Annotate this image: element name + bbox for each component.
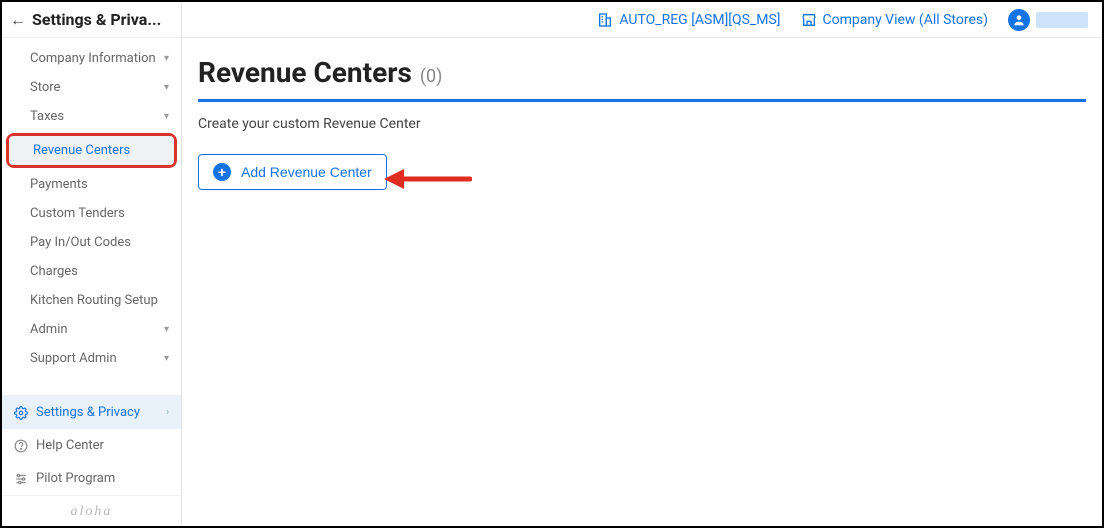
- sidebar-header: ← Settings & Priva...: [2, 2, 181, 38]
- title-underline: [198, 99, 1086, 102]
- avatar-icon: [1008, 9, 1030, 31]
- user-menu[interactable]: [1008, 9, 1088, 31]
- sidebar-item-label: Payments: [30, 177, 88, 192]
- company-view-label: Company View (All Stores): [823, 12, 989, 28]
- sidebar-item-taxes[interactable]: Taxes ▾: [2, 102, 181, 131]
- bottom-item-label: Pilot Program: [36, 471, 115, 486]
- plus-icon: +: [213, 163, 231, 181]
- chevron-down-icon: ▾: [164, 324, 169, 335]
- topbar: AUTO_REG [ASM][QS_MS] Company View (All …: [182, 2, 1102, 38]
- sidebar-item-label: Revenue Centers: [33, 143, 130, 158]
- bottom-item-pilot-program[interactable]: Pilot Program: [2, 462, 181, 495]
- sidebar-item-label: Kitchen Routing Setup: [30, 293, 158, 308]
- page-title-count: (0): [420, 66, 443, 87]
- bottom-item-label: Help Center: [36, 438, 104, 453]
- content: Revenue Centers (0) Create your custom R…: [182, 38, 1102, 190]
- add-button-label: Add Revenue Center: [241, 164, 372, 180]
- back-icon[interactable]: ←: [10, 10, 26, 30]
- sidebar-item-label: Pay In/Out Codes: [30, 235, 131, 250]
- sidebar-item-label: Taxes: [30, 109, 64, 124]
- sidebar-item-label: Custom Tenders: [30, 206, 125, 221]
- help-icon: [14, 439, 28, 453]
- chevron-down-icon: ▾: [164, 53, 169, 64]
- sidebar-bottom: Settings & Privacy › Help Center Pilot: [2, 395, 181, 526]
- add-revenue-center-button[interactable]: + Add Revenue Center: [198, 154, 387, 190]
- chevron-down-icon: ▾: [164, 82, 169, 93]
- sidebar-item-charges[interactable]: Charges: [2, 257, 181, 286]
- annotation-highlight-box: Revenue Centers: [6, 133, 177, 168]
- bottom-item-settings-privacy[interactable]: Settings & Privacy ›: [2, 396, 181, 429]
- store-icon: [801, 12, 817, 28]
- sidebar-item-store[interactable]: Store ▾: [2, 73, 181, 102]
- company-view-link[interactable]: Company View (All Stores): [801, 12, 989, 28]
- sidebar-item-custom-tenders[interactable]: Custom Tenders: [2, 199, 181, 228]
- brand-logo: aloha: [2, 495, 181, 526]
- sidebar-item-kitchen-routing-setup[interactable]: Kitchen Routing Setup: [2, 286, 181, 315]
- sidebar-title: Settings & Priva...: [32, 10, 173, 29]
- gear-icon: [14, 406, 28, 420]
- org-link[interactable]: AUTO_REG [ASM][QS_MS]: [597, 12, 780, 28]
- sidebar-item-label: Store: [30, 80, 60, 95]
- sidebar-item-company-information[interactable]: Company Information ▾: [2, 44, 181, 73]
- sidebar-item-label: Charges: [30, 264, 78, 279]
- sliders-icon: [14, 472, 28, 486]
- sidebar-item-label: Support Admin: [30, 351, 117, 366]
- building-icon: [597, 12, 613, 28]
- org-link-label: AUTO_REG [ASM][QS_MS]: [619, 12, 780, 28]
- sidebar-nav: Company Information ▾ Store ▾ Taxes ▾ Re…: [2, 38, 181, 379]
- sidebar-item-payments[interactable]: Payments: [2, 170, 181, 199]
- sidebar-item-pay-in-out-codes[interactable]: Pay In/Out Codes: [2, 228, 181, 257]
- main: AUTO_REG [ASM][QS_MS] Company View (All …: [182, 2, 1102, 526]
- page-subtitle: Create your custom Revenue Center: [198, 116, 1086, 132]
- sidebar: ← Settings & Priva... Company Informatio…: [2, 2, 182, 526]
- user-name-redacted: [1036, 12, 1088, 28]
- page-title-text: Revenue Centers: [198, 56, 412, 89]
- sidebar-item-admin[interactable]: Admin ▾: [2, 315, 181, 344]
- sidebar-item-label: Company Information: [30, 51, 156, 66]
- sidebar-item-support-admin[interactable]: Support Admin ▾: [2, 344, 181, 373]
- sidebar-item-revenue-centers[interactable]: Revenue Centers: [9, 136, 174, 165]
- chevron-down-icon: ▾: [164, 353, 169, 364]
- sidebar-item-label: Admin: [30, 322, 68, 337]
- bottom-item-label: Settings & Privacy: [36, 405, 140, 420]
- page-title: Revenue Centers (0): [198, 56, 1086, 89]
- chevron-right-icon: ›: [166, 407, 169, 418]
- chevron-down-icon: ▾: [164, 111, 169, 122]
- bottom-item-help-center[interactable]: Help Center: [2, 429, 181, 462]
